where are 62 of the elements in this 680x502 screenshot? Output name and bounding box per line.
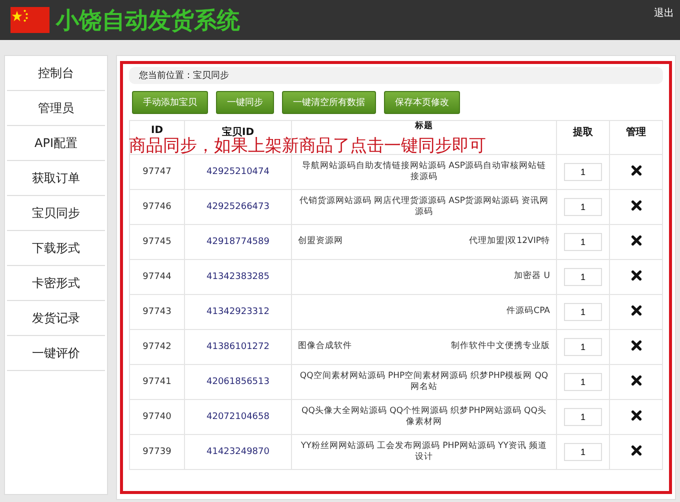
table-cell: 97743 — [130, 294, 184, 330]
title-text: 件源码CPA — [506, 306, 550, 318]
logout-link[interactable]: 退出 — [654, 6, 674, 20]
delete-icon[interactable] — [630, 445, 642, 456]
table-cell: 97742 — [130, 330, 184, 364]
title-text: 代理加盟|双12VIP特 — [468, 236, 550, 248]
extract-field[interactable]: 1 — [564, 408, 602, 426]
delete-icon[interactable] — [630, 375, 642, 386]
sidebar-item[interactable]: 一键评价 — [7, 336, 105, 371]
item-id-link[interactable]: 42925210474 — [184, 154, 292, 190]
item-id-link[interactable]: 41386101272 — [184, 330, 292, 364]
annotation-text: 商品同步，如果上架新商品了点击一键同步即可 — [129, 136, 486, 157]
delete-icon[interactable] — [630, 410, 642, 421]
extract-field[interactable]: 1 — [564, 443, 602, 461]
table-cell: 97744 — [130, 260, 184, 294]
sidebar-item[interactable]: 获取订单 — [7, 161, 105, 196]
title-text: 创盟资源网 — [298, 236, 343, 248]
table-cell: 97746 — [130, 190, 184, 224]
table-cell: 97741 — [130, 364, 184, 400]
title-text: QQ头像大全网站源码 QQ个性网源码 织梦PHP网站源码 QQ头像素材网 — [302, 406, 546, 427]
delete-icon[interactable] — [630, 200, 642, 211]
table-cell: 97747 — [130, 154, 184, 190]
column-header: 提取 — [556, 120, 610, 154]
item-id-link[interactable]: 41423249870 — [184, 434, 292, 470]
item-id-link[interactable]: 42061856513 — [184, 364, 292, 400]
table-cell: 97745 — [130, 224, 184, 260]
extract-field[interactable]: 1 — [564, 373, 602, 391]
sidebar-item[interactable]: 下载形式 — [7, 231, 105, 266]
item-id-link[interactable]: 41342383285 — [184, 260, 292, 294]
column-header: 管理 — [610, 120, 662, 154]
title-text: 制作软件中文便携专业版 — [451, 341, 550, 353]
extract-field[interactable]: 1 — [564, 338, 602, 356]
app-title: 小饶自动发货系统 — [56, 6, 240, 36]
item-id-link[interactable]: 42072104658 — [184, 400, 292, 434]
breadcrumb: 您当前位置：宝贝同步 — [129, 67, 663, 84]
sidebar-item[interactable]: 管理员 — [7, 91, 105, 126]
extract-field[interactable]: 1 — [564, 163, 602, 181]
sidebar-item[interactable]: 宝贝同步 — [7, 196, 105, 231]
title-text: 加密器 U — [514, 271, 550, 283]
title-text: 代销货源网站源码 网店代理货源源码 ASP货源网站源码 资讯网源码 — [299, 196, 549, 217]
title-text: QQ空间素材网站源码 PHP空间素材网源码 织梦PHP模板网 QQ网名站 — [300, 370, 548, 392]
table-cell: 97739 — [130, 434, 184, 470]
title-text: YY粉丝网网站源码 工会发布网源码 PHP网站源码 YY资讯 频道设计 — [300, 440, 548, 462]
item-id-link[interactable]: 41342923312 — [184, 294, 292, 330]
sidebar-item[interactable]: 发货记录 — [7, 301, 105, 336]
title-text: 图像合成软件 — [298, 341, 352, 353]
table-cell: 97740 — [130, 400, 184, 434]
delete-icon[interactable] — [630, 235, 642, 246]
sidebar-item[interactable]: 控制台 — [7, 56, 105, 91]
item-id-link[interactable]: 42925266473 — [184, 190, 292, 224]
extract-field[interactable]: 1 — [564, 198, 602, 216]
extract-field[interactable]: 1 — [564, 268, 602, 286]
extract-field[interactable]: 1 — [564, 303, 602, 321]
delete-icon[interactable] — [630, 340, 642, 351]
delete-icon[interactable] — [630, 270, 642, 281]
title-text: 导航网站源码自助友情链接网站源码 ASP源码自动审核网站链接源码 — [302, 160, 546, 182]
extract-field[interactable]: 1 — [564, 233, 602, 251]
sidebar-item[interactable]: 卡密形式 — [7, 266, 105, 301]
sidebar-item[interactable]: API配置 — [7, 126, 105, 161]
delete-icon[interactable] — [630, 305, 642, 316]
item-id-link[interactable]: 42918774589 — [184, 224, 292, 260]
delete-icon[interactable] — [630, 165, 642, 176]
